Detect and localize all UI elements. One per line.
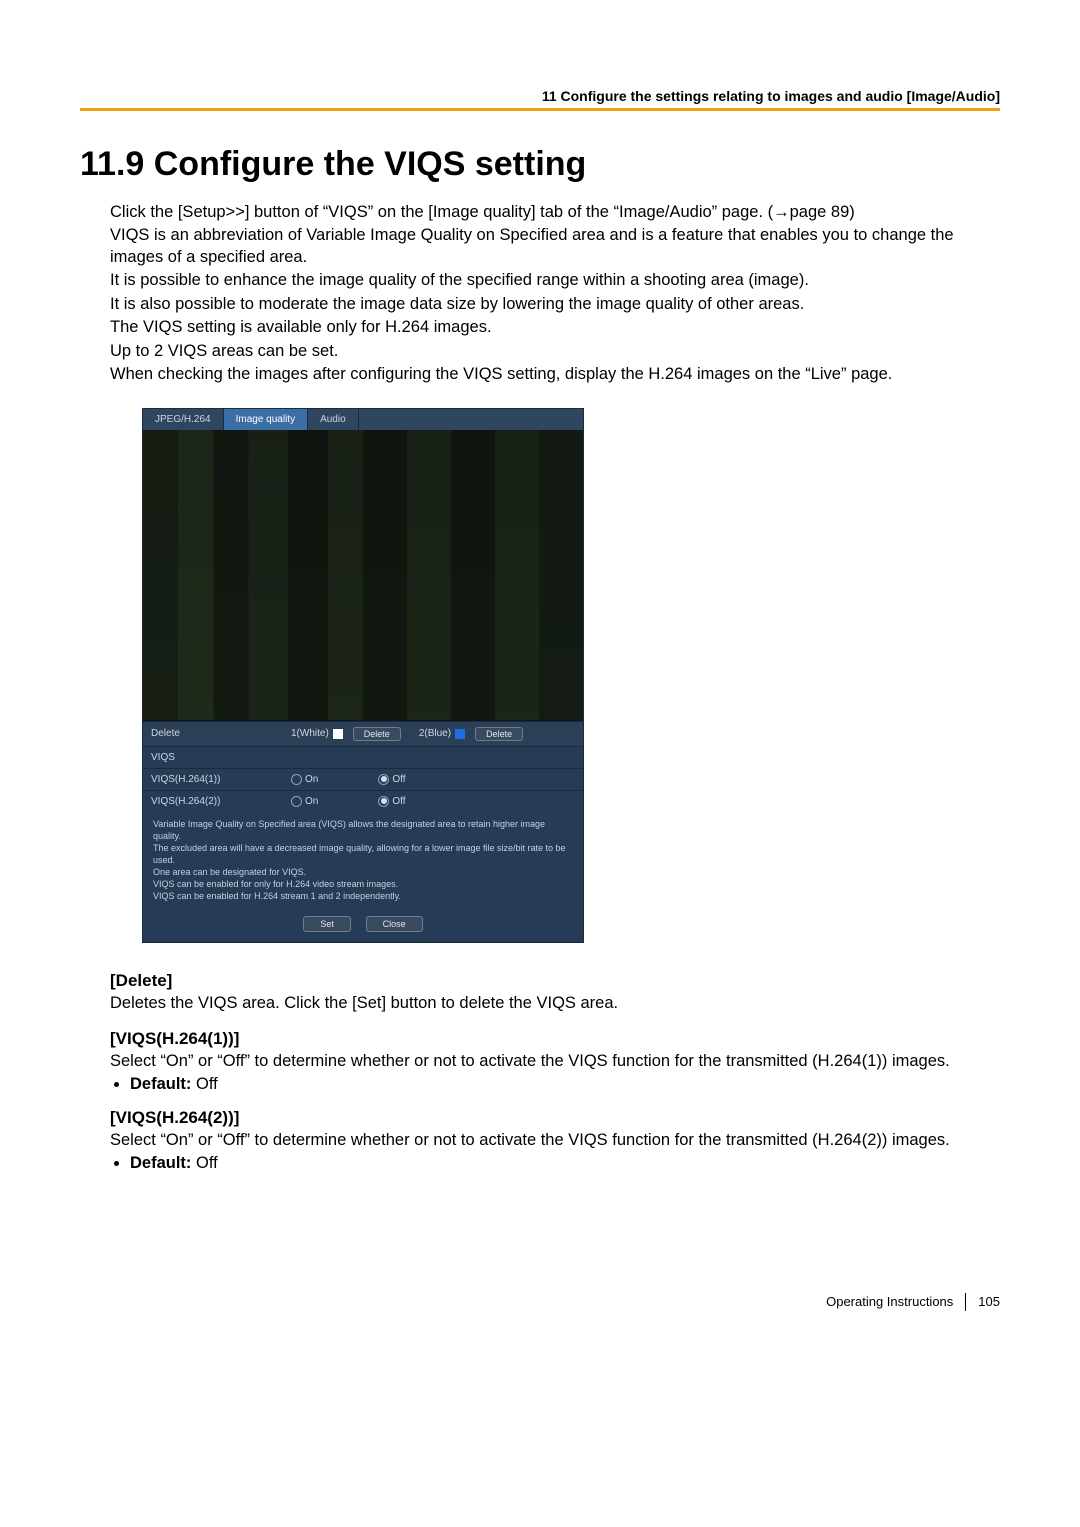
page-footer: Operating Instructions 105 [80,1293,1000,1311]
running-header: 11 Configure the settings relating to im… [80,88,1000,104]
row-delete: Delete 1(White) Delete 2(Blue) Delete [143,721,583,746]
tab-audio[interactable]: Audio [308,409,359,430]
footer-page-number: 105 [978,1294,1000,1309]
header-rule [80,108,1000,111]
def-delete-text: Deletes the VIQS area. Click the [Set] b… [110,993,1000,1015]
radio-off-label: Off [392,774,405,785]
area1-label: 1(White) [291,728,329,739]
viqs-settings-panel: JPEG/H.264 Image quality Audio Delete 1(… [142,408,584,944]
radio-off-h1[interactable] [378,774,389,785]
footer-separator [965,1293,966,1311]
note-line: VIQS can be enabled for H.264 stream 1 a… [153,890,573,902]
row-label: VIQS [151,752,291,763]
tab-image-quality[interactable]: Image quality [224,409,308,430]
footer-doc-title: Operating Instructions [826,1294,953,1309]
intro-line: Up to 2 VIQS areas can be set. [110,341,1000,362]
def-default: Default: Off [130,1154,1000,1173]
row-label: Delete [151,728,291,739]
delete-area1-button[interactable]: Delete [353,727,401,741]
radio-on-h1[interactable] [291,774,302,785]
row-viqs-header: VIQS [143,746,583,768]
definitions-block: [Delete] Deletes the VIQS area. Click th… [110,971,1000,1172]
radio-on-label: On [305,796,318,807]
def-delete-heading: [Delete] [110,971,1000,991]
note-line: One area can be designated for VIQS. [153,866,573,878]
def-h264-2-text: Select “On” or “Off” to determine whethe… [110,1130,1000,1152]
camera-preview[interactable] [143,430,583,721]
tab-jpeg-h264[interactable]: JPEG/H.264 [143,409,224,430]
row-label: VIQS(H.264(2)) [151,796,291,807]
area1-color-swatch [333,729,343,739]
intro-line: It is possible to enhance the image qual… [110,270,1000,291]
note-line: VIQS can be enabled for only for H.264 v… [153,878,573,890]
intro-line: It is also possible to moderate the imag… [110,294,1000,315]
radio-on-label: On [305,774,318,785]
close-button[interactable]: Close [366,916,423,932]
row-label: VIQS(H.264(1)) [151,774,291,785]
radio-off-h2[interactable] [378,796,389,807]
intro-block: Click the [Setup>>] button of “VIQS” on … [110,202,1000,386]
intro-line: When checking the images after configuri… [110,364,1000,385]
note-line: Variable Image Quality on Specified area… [153,818,573,842]
row-viqs-h264-1: VIQS(H.264(1)) On Off [143,768,583,790]
set-button[interactable]: Set [303,916,351,932]
intro-line: The VIQS setting is available only for H… [110,317,1000,338]
radio-on-h2[interactable] [291,796,302,807]
note-line: The excluded area will have a decreased … [153,842,573,866]
settings-tabs: JPEG/H.264 Image quality Audio [143,409,583,430]
area2-label: 2(Blue) [419,728,451,739]
def-default: Default: Off [130,1075,1000,1094]
def-h264-2-heading: [VIQS(H.264(2))] [110,1108,1000,1128]
intro-line: VIQS is an abbreviation of Variable Imag… [110,225,1000,268]
row-viqs-h264-2: VIQS(H.264(2)) On Off [143,790,583,812]
viqs-description-note: Variable Image Quality on Specified area… [143,812,583,911]
def-h264-1-text: Select “On” or “Off” to determine whethe… [110,1051,1000,1073]
delete-area2-button[interactable]: Delete [475,727,523,741]
def-h264-1-heading: [VIQS(H.264(1))] [110,1029,1000,1049]
intro-line: Click the [Setup>>] button of “VIQS” on … [110,202,1000,223]
area2-color-swatch [455,729,465,739]
section-title: 11.9 Configure the VIQS setting [80,145,1000,184]
panel-button-row: Set Close [143,910,583,942]
radio-off-label: Off [392,796,405,807]
